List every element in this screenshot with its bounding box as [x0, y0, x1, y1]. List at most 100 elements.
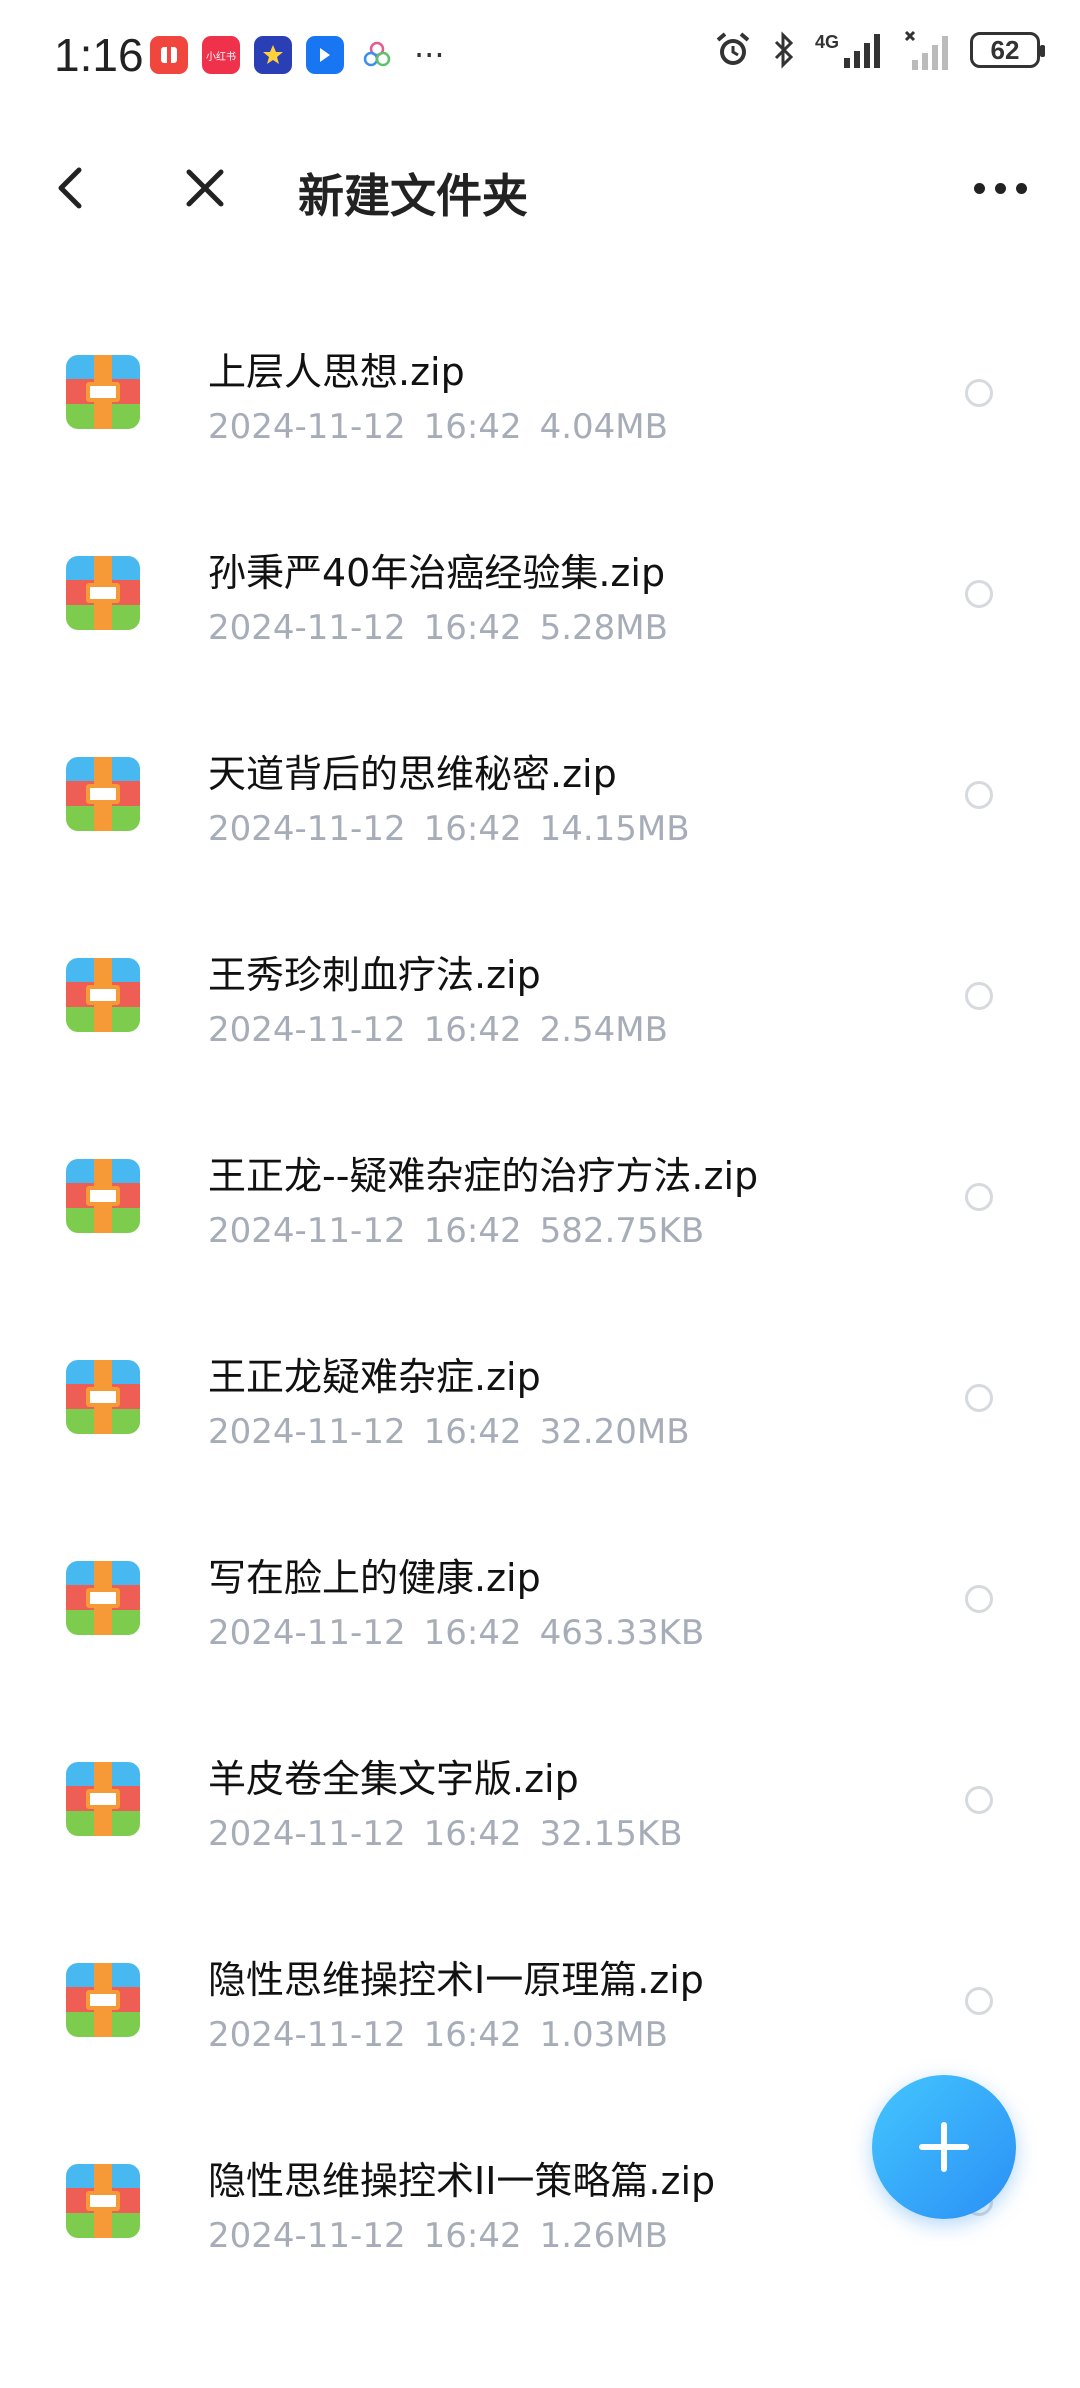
file-date: 2024-11-12 [208, 608, 406, 648]
zip-archive-icon [66, 1360, 140, 1434]
cluster-app-icon [358, 36, 396, 74]
notification-icons: 小红书 ··· [150, 36, 445, 74]
file-meta: 2024-11-12 16:42 2.54MB [208, 1010, 668, 1050]
file-size: 1.26MB [539, 2216, 668, 2256]
file-time: 16:42 [423, 608, 522, 648]
file-time: 16:42 [423, 1412, 522, 1452]
file-name: 王正龙--疑难杂症的治疗方法.zip [208, 1154, 759, 1198]
select-radio[interactable] [965, 781, 993, 809]
select-radio[interactable] [965, 982, 993, 1010]
system-icons: 4G 62 [713, 30, 1045, 70]
file-row[interactable]: 写在脸上的健康.zip 2024-11-12 16:42 463.33KB [0, 1531, 1080, 1732]
star-app-icon [254, 36, 292, 74]
file-meta: 2024-11-12 16:42 1.03MB [208, 2015, 668, 2055]
zip-archive-icon [66, 1963, 140, 2037]
file-name: 隐性思维操控术I一原理篇.zip [208, 1958, 704, 2002]
file-meta: 2024-11-12 16:42 582.75KB [208, 1211, 704, 1251]
file-row[interactable]: 王秀珍刺血疗法.zip 2024-11-12 16:42 2.54MB [0, 928, 1080, 1129]
file-meta: 2024-11-12 16:42 1.26MB [208, 2216, 668, 2256]
zip-archive-icon [66, 1159, 140, 1233]
file-size: 32.15KB [539, 1814, 683, 1854]
zip-archive-icon [66, 556, 140, 630]
file-meta: 2024-11-12 16:42 463.33KB [208, 1613, 704, 1653]
signal-empty-icon [904, 30, 948, 70]
zip-archive-icon [66, 355, 140, 429]
select-radio[interactable] [965, 1585, 993, 1613]
xiaohongshu-app-icon: 小红书 [202, 36, 240, 74]
status-bar: 1:16 小红书 ··· 4G 62 [0, 0, 1080, 115]
file-size: 463.33KB [539, 1613, 705, 1653]
file-date: 2024-11-12 [208, 407, 406, 447]
file-row[interactable]: 天道背后的思维秘密.zip 2024-11-12 16:42 14.15MB [0, 727, 1080, 928]
file-name: 天道背后的思维秘密.zip [208, 752, 617, 796]
file-size: 2.54MB [539, 1010, 668, 1050]
more-notifications-icon: ··· [414, 36, 445, 74]
file-name: 王秀珍刺血疗法.zip [208, 953, 541, 997]
select-radio[interactable] [965, 580, 993, 608]
page-title: 新建文件夹 [298, 169, 528, 223]
red-book-app-icon [150, 36, 188, 74]
back-button[interactable] [40, 158, 100, 218]
zip-archive-icon [66, 958, 140, 1032]
file-time: 16:42 [423, 1010, 522, 1050]
file-meta: 2024-11-12 16:42 4.04MB [208, 407, 668, 447]
file-size: 5.28MB [539, 608, 668, 648]
file-meta: 2024-11-12 16:42 14.15MB [208, 809, 690, 849]
bluetooth-icon [774, 31, 794, 69]
file-name: 孙秉严40年治癌经验集.zip [208, 551, 666, 595]
select-radio[interactable] [965, 1786, 993, 1814]
file-name: 隐性思维操控术II一策略篇.zip [208, 2159, 716, 2203]
file-date: 2024-11-12 [208, 1211, 406, 1251]
file-row[interactable]: 王正龙--疑难杂症的治疗方法.zip 2024-11-12 16:42 582.75K… [0, 1129, 1080, 1330]
dot [1015, 182, 1027, 194]
file-row[interactable]: 王正龙疑难杂症.zip 2024-11-12 16:42 32.20MB [0, 1330, 1080, 1531]
close-button[interactable] [175, 158, 235, 218]
file-time: 16:42 [423, 809, 522, 849]
file-date: 2024-11-12 [208, 1412, 406, 1452]
file-name: 王正龙疑难杂症.zip [208, 1355, 541, 1399]
file-size: 1.03MB [539, 2015, 668, 2055]
select-radio[interactable] [965, 1384, 993, 1412]
file-name: 写在脸上的健康.zip [208, 1556, 541, 1600]
battery-icon: 62 [970, 32, 1045, 68]
chevron-left-icon [58, 167, 82, 209]
close-icon [186, 169, 224, 207]
add-button[interactable] [872, 2075, 1016, 2219]
select-radio[interactable] [965, 379, 993, 407]
status-time: 1:16 [54, 29, 144, 81]
zip-archive-icon [66, 1762, 140, 1836]
file-size: 582.75KB [539, 1211, 705, 1251]
zip-archive-icon [66, 757, 140, 831]
select-radio[interactable] [965, 1987, 993, 2015]
file-time: 16:42 [423, 2015, 522, 2055]
file-time: 16:42 [423, 1211, 522, 1251]
file-size: 32.20MB [539, 1412, 690, 1452]
file-row[interactable]: 上层人思想.zip 2024-11-12 16:42 4.04MB [0, 325, 1080, 526]
file-time: 16:42 [423, 2216, 522, 2256]
feishu-app-icon [306, 36, 344, 74]
select-radio[interactable] [965, 1183, 993, 1211]
file-row[interactable]: 羊皮卷全集文字版.zip 2024-11-12 16:42 32.15KB [0, 1732, 1080, 1933]
file-size: 14.15MB [539, 809, 690, 849]
top-bar: 新建文件夹 [0, 130, 1080, 250]
file-time: 16:42 [423, 1613, 522, 1653]
plus-icon [919, 2122, 969, 2172]
file-meta: 2024-11-12 16:42 32.20MB [208, 1412, 690, 1452]
dot [973, 182, 985, 194]
more-options-button[interactable] [960, 158, 1040, 218]
dot [994, 182, 1006, 194]
file-date: 2024-11-12 [208, 2216, 406, 2256]
file-row[interactable]: 孙秉严40年治癌经验集.zip 2024-11-12 16:42 5.28MB [0, 526, 1080, 727]
zip-archive-icon [66, 2164, 140, 2238]
file-time: 16:42 [423, 407, 522, 447]
file-date: 2024-11-12 [208, 1613, 406, 1653]
file-date: 2024-11-12 [208, 1814, 406, 1854]
file-name: 上层人思想.zip [208, 350, 465, 394]
file-meta: 2024-11-12 16:42 32.15KB [208, 1814, 683, 1854]
file-time: 16:42 [423, 1814, 522, 1854]
file-date: 2024-11-12 [208, 2015, 406, 2055]
zip-archive-icon [66, 1561, 140, 1635]
file-size: 4.04MB [539, 407, 668, 447]
alarm-icon [716, 32, 750, 65]
file-meta: 2024-11-12 16:42 5.28MB [208, 608, 668, 648]
